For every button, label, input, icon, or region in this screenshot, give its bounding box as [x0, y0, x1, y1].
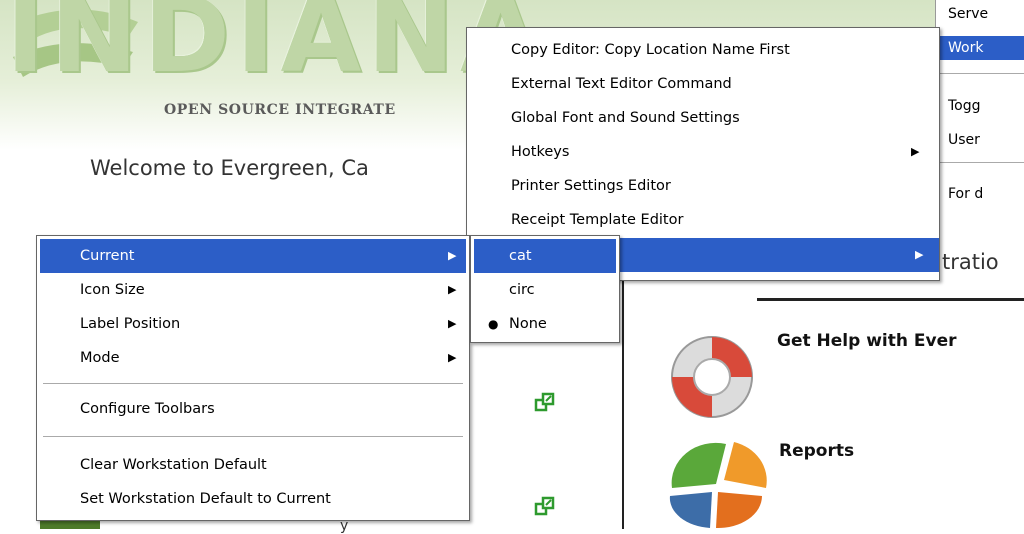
menu-item-label: Current — [80, 248, 135, 264]
menu-item-label-position[interactable]: Label Position ▶ — [40, 307, 466, 341]
welcome-heading: Welcome to Evergreen, Ca — [90, 156, 369, 180]
menu-item-printer-settings[interactable]: Printer Settings Editor — [467, 169, 939, 203]
menu-item-copy-editor[interactable]: Copy Editor: Copy Location Name First — [467, 33, 939, 67]
menu-item-circ[interactable]: circ — [474, 273, 616, 307]
menu-item-label: Hotkeys — [511, 144, 570, 160]
radio-bullet-icon: ● — [488, 317, 499, 331]
menu-item-clear-default[interactable]: Clear Workstation Default — [40, 448, 466, 482]
menu-item-mode[interactable]: Mode ▶ — [40, 341, 466, 375]
get-help-link[interactable]: Get Help with Ever — [777, 331, 957, 351]
open-window-icon[interactable] — [534, 496, 556, 518]
menu-item-font-sound[interactable]: Global Font and Sound Settings — [467, 101, 939, 135]
submenu-arrow-icon: ▶ — [915, 248, 924, 261]
menu-separator — [43, 383, 463, 384]
menu-item-server[interactable]: Serve — [936, 2, 1024, 26]
menu-item-icon-size[interactable]: Icon Size ▶ — [40, 273, 466, 307]
administration-heading-partial: tratio — [942, 250, 999, 274]
lifebuoy-icon[interactable] — [664, 329, 760, 425]
menu-item-label: Label Position — [80, 316, 181, 332]
menu-item-none[interactable]: ● None — [474, 307, 616, 341]
menu-item-cat[interactable]: cat — [474, 239, 616, 273]
section-divider — [757, 298, 1024, 301]
menu-item-label: Mode — [80, 350, 120, 366]
menu-item-workstation[interactable]: Work — [936, 36, 1024, 60]
menu-item-toggle[interactable]: Togg — [936, 94, 1024, 118]
submenu-arrow-icon: ▶ — [448, 283, 457, 296]
submenu-arrow-icon: ▶ — [448, 351, 457, 364]
menu-item-current[interactable]: Current ▶ — [40, 239, 466, 273]
submenu-arrow-icon: ▶ — [448, 317, 457, 330]
toolbar-context-menu: Current ▶ Icon Size ▶ Label Position ▶ M… — [36, 235, 470, 521]
reports-pie-icon[interactable] — [666, 436, 772, 529]
menu-item-label: None — [509, 316, 547, 332]
menu-item-set-default[interactable]: Set Workstation Default to Current — [40, 482, 466, 516]
menu-item-external-editor[interactable]: External Text Editor Command — [467, 67, 939, 101]
submenu-arrow-icon: ▶ — [911, 145, 920, 158]
menu-item-hotkeys[interactable]: Hotkeys ▶ — [467, 135, 939, 169]
menu-separator — [940, 73, 1024, 74]
reports-link[interactable]: Reports — [779, 441, 854, 461]
menu-separator — [43, 436, 463, 437]
submenu-arrow-icon: ▶ — [448, 249, 457, 262]
menu-separator — [940, 162, 1024, 163]
menu-item-user[interactable]: User — [936, 128, 1024, 152]
menu-item-for-developers[interactable]: For d — [936, 182, 1024, 206]
open-window-icon[interactable] — [534, 392, 556, 414]
menu-item-receipt-template[interactable]: Receipt Template Editor — [467, 203, 939, 237]
logo-subtitle: OPEN SOURCE INTEGRATE — [164, 102, 396, 118]
current-toolbar-submenu: cat circ ● None — [470, 235, 620, 343]
menu-item-label: Icon Size — [80, 282, 145, 298]
menu-item-configure-toolbars[interactable]: Configure Toolbars — [40, 392, 466, 426]
admin-menu: Serve Work Togg User For d — [935, 0, 1024, 210]
